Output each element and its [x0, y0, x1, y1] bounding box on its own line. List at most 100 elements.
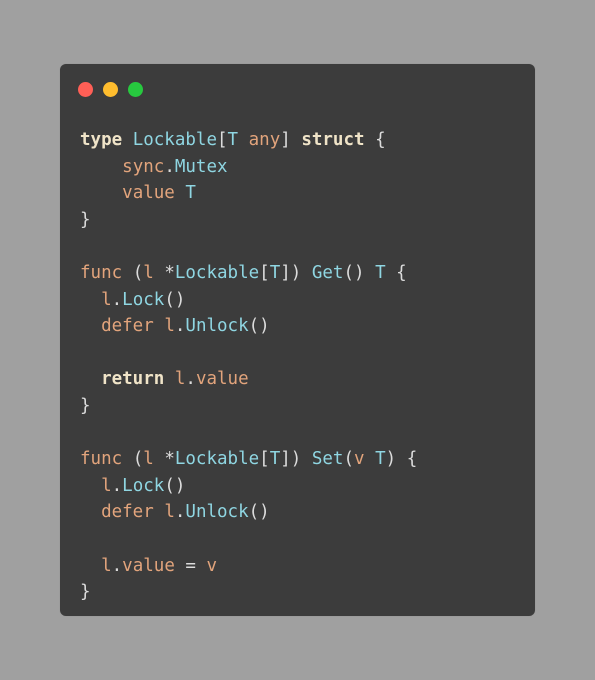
code-token: ]) [280, 449, 312, 470]
code-line: value T [80, 180, 417, 207]
close-button[interactable] [78, 82, 93, 97]
code-token: [ [217, 130, 228, 150]
window-controls [78, 82, 143, 97]
code-token: () [343, 262, 376, 283]
code-token: any [248, 130, 281, 150]
code-token: defer [101, 502, 154, 523]
code-token: Get [311, 262, 344, 283]
code-line: l.value = v [80, 553, 417, 580]
code-token: T [269, 262, 281, 283]
code-token: Lockable [132, 130, 217, 150]
code-token: . [174, 502, 186, 523]
code-line: type Lockable[T any] struct { [80, 127, 417, 154]
code-token: ) { [385, 449, 418, 470]
code-token: return [101, 369, 165, 390]
minimize-button[interactable] [103, 82, 118, 97]
code-token: * [153, 262, 175, 283]
code-token: { [385, 262, 407, 283]
code-token: v [206, 555, 218, 576]
code-line: sync.Mutex [80, 154, 417, 181]
code-line: func (l *Lockable[T]) Set(v T) { [80, 446, 417, 473]
code-token: l [101, 289, 112, 310]
code-line: l.Lock() [80, 287, 417, 314]
code-token: value [122, 555, 175, 576]
code-token: func [80, 449, 123, 470]
code-token: ] [280, 130, 302, 150]
code-token: . [111, 289, 123, 310]
code-token: } [80, 582, 91, 603]
code-token: () [248, 316, 270, 337]
code-window: type Lockable[T any] struct { sync.Mutex… [60, 64, 535, 616]
code-token: l [101, 555, 112, 576]
code-token: T [227, 130, 239, 150]
code-token: = [174, 555, 207, 576]
code-line: defer l.Unlock() [80, 499, 417, 526]
code-token: () [248, 502, 270, 523]
code-token: Set [311, 449, 344, 470]
code-token: . [174, 316, 186, 337]
code-token: type [80, 130, 123, 150]
code-token: Unlock [185, 316, 249, 337]
code-token: [ [259, 262, 270, 283]
code-token: Lock [122, 475, 165, 496]
code-block: type Lockable[T any] struct { sync.Mutex… [80, 127, 417, 606]
code-token: struct [301, 130, 365, 150]
code-token: Lockable [174, 262, 260, 283]
code-token: () [164, 475, 186, 496]
code-token: () [164, 289, 186, 310]
code-token: Mutex [174, 156, 228, 177]
code-token: . [111, 555, 123, 576]
code-token: l [101, 475, 112, 496]
code-token: T [375, 262, 386, 283]
code-token: { [364, 130, 386, 150]
code-token: * [153, 449, 175, 470]
code-token: } [80, 209, 91, 230]
code-token: l [164, 316, 175, 337]
code-token: value [195, 369, 249, 390]
code-token: ( [122, 262, 144, 283]
code-token: func [80, 262, 123, 283]
code-token: l [174, 369, 186, 390]
code-token: ]) [280, 262, 312, 283]
code-token: T [269, 449, 281, 470]
code-line: defer l.Unlock() [80, 313, 417, 340]
code-token: . [164, 156, 175, 177]
code-token: value [122, 183, 175, 204]
code-token: v [354, 449, 365, 470]
code-token: l [164, 502, 175, 523]
code-token: defer [101, 316, 154, 337]
code-token: l [143, 262, 154, 283]
code-line: } [80, 207, 417, 234]
code-token: } [80, 395, 91, 416]
code-token: Lockable [174, 449, 260, 470]
code-line: return l.value [80, 366, 417, 393]
code-token: sync [122, 156, 165, 177]
code-token: . [185, 369, 196, 390]
code-token: l [143, 449, 154, 470]
code-line: func (l *Lockable[T]) Get() T { [80, 260, 417, 287]
code-token: . [111, 475, 123, 496]
code-token: Unlock [185, 502, 249, 523]
zoom-button[interactable] [128, 82, 143, 97]
code-line: } [80, 579, 417, 606]
code-token: T [375, 449, 386, 470]
code-token: ( [343, 449, 355, 470]
